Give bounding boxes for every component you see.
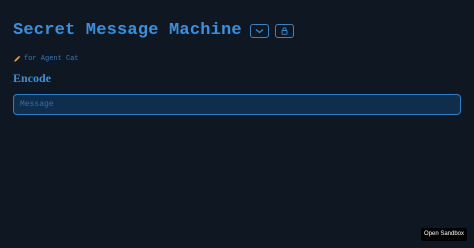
lock-icon [281,26,288,35]
message-input[interactable] [13,94,461,115]
open-sandbox-button[interactable]: Open Sandbox [421,228,467,241]
header: Secret Message Machine [13,21,294,40]
subtitle: for Agent Cat [13,55,79,63]
chevron-toggle-button[interactable] [249,23,269,38]
encode-heading: Encode [13,71,52,85]
pencil-emoji-icon [14,55,21,62]
lock-button[interactable] [274,23,294,38]
chevron-down-icon [255,28,264,33]
subtitle-text: for Agent Cat [24,55,79,63]
page-title: Secret Message Machine [13,21,242,40]
